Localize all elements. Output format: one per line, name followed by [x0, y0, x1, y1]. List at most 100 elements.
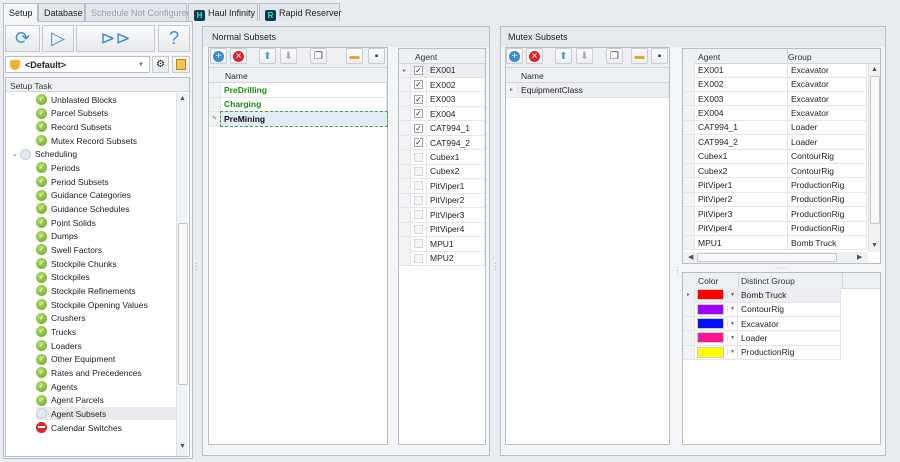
tree-item[interactable]: ✓ Point Solids	[36, 216, 96, 229]
tree-item[interactable]: ✓ Agent Parcels	[36, 394, 104, 407]
tree-item[interactable]: ✓ Periods	[36, 161, 80, 174]
agent-row[interactable]: MPU1	[399, 237, 485, 252]
refresh-button[interactable]: ⟳	[5, 25, 40, 52]
agent-checkbox[interactable]	[414, 253, 423, 263]
chevron-down-icon[interactable]: ▼	[727, 291, 737, 298]
checkbox-cell[interactable]: ✓	[411, 106, 427, 121]
checkbox-cell[interactable]	[411, 251, 427, 265]
add-button[interactable]: +	[506, 48, 523, 64]
chevron-down-icon[interactable]: ▼	[727, 320, 737, 327]
agent-row[interactable]: ✓ EX003	[399, 92, 485, 107]
agent-row[interactable]: Cubex2	[399, 164, 485, 180]
agent-row[interactable]: PitViper1	[399, 179, 485, 194]
tree-item[interactable]: ✓ Stockpiles	[36, 271, 90, 284]
splitter-grip[interactable]: · · ·	[676, 264, 679, 278]
tree-item[interactable]: ✓ Rates and Precedences	[36, 366, 142, 379]
color-swatch[interactable]	[697, 289, 724, 301]
tree-item[interactable]: ✓ Dumps	[36, 230, 78, 243]
agent-row[interactable]: PitViper3	[399, 208, 485, 223]
tree-item[interactable]: ✓ Loaders	[36, 339, 82, 352]
agent-group-row[interactable]: EX004 Excavator	[683, 106, 867, 121]
agent-checkbox[interactable]	[414, 152, 423, 162]
help-button[interactable]: ?	[158, 25, 190, 52]
checkbox-cell[interactable]	[411, 179, 427, 193]
save-button[interactable]: ▪	[651, 48, 668, 64]
checkbox-cell[interactable]	[411, 237, 427, 251]
move-down-button[interactable]: ⬇	[280, 48, 297, 64]
mutex-name[interactable]: EquipmentClass	[518, 83, 669, 97]
distinct-group-row[interactable]: ▼ ProductionRig	[683, 345, 841, 361]
chevron-down-icon[interactable]: ▼	[727, 349, 737, 356]
save-button[interactable]: ▪	[368, 48, 385, 64]
tab-database[interactable]: Database	[38, 3, 85, 21]
color-picker[interactable]: ▼	[695, 302, 738, 316]
scroll-up-icon[interactable]: ▲	[179, 95, 186, 102]
agent-group-row[interactable]: EX002 Excavator	[683, 77, 867, 92]
tree-item[interactable]: ✓ Unblasted Blocks	[36, 93, 117, 106]
color-swatch[interactable]	[697, 332, 724, 344]
checkbox-cell[interactable]: ✓	[411, 121, 427, 135]
tree-item[interactable]: ✓ Guidance Categories	[36, 189, 131, 202]
tab-haul-infinity[interactable]: H Haul Infinity	[188, 3, 258, 21]
agent-group-row[interactable]: CAT994_1 Loader	[683, 120, 867, 136]
agent-checkbox[interactable]: ✓	[414, 109, 423, 119]
tree-item[interactable]: ✓ Record Subsets	[36, 120, 111, 133]
tree-item[interactable]: ✓ Guidance Schedules	[36, 202, 129, 215]
color-swatch[interactable]	[697, 346, 724, 358]
agent-group-hscrollbar[interactable]: ◀ ▶	[683, 252, 868, 263]
scrollbar-thumb[interactable]	[178, 223, 188, 385]
name-column-header[interactable]: Name	[209, 67, 387, 83]
chevron-down-icon[interactable]: ⌄	[12, 150, 18, 158]
subset-name[interactable]: PreMining	[220, 111, 388, 127]
delete-button[interactable]: ×	[526, 48, 543, 64]
profile-dropdown[interactable]: <Default> ▼	[5, 56, 150, 73]
open-button[interactable]: ▬	[631, 48, 648, 64]
tree-item[interactable]: Agent Subsets	[36, 407, 176, 421]
agent-checkbox[interactable]: ✓	[414, 80, 423, 90]
agent-group-row[interactable]: CAT994_2 Loader	[683, 135, 867, 150]
tab-setup[interactable]: Setup	[3, 3, 38, 22]
move-up-button[interactable]: ⬆	[259, 48, 276, 64]
tree-scrollbar[interactable]: ▲ ▼	[176, 93, 188, 456]
move-down-button[interactable]: ⬇	[576, 48, 593, 64]
agent-checkbox[interactable]	[414, 195, 423, 205]
agent-group-row[interactable]: PitViper1 ProductionRig	[683, 178, 867, 193]
tree-item[interactable]: ✓ Stockpile Chunks	[36, 257, 117, 270]
agent-row[interactable]: PitViper4	[399, 222, 485, 238]
tree-item[interactable]: ✓ Swell Factors	[36, 243, 102, 256]
agent-group-row[interactable]: PitViper3 ProductionRig	[683, 207, 867, 222]
agent-row[interactable]: MPU2	[399, 251, 485, 266]
agent-row[interactable]: Cubex1	[399, 150, 485, 165]
tree-item[interactable]: ✓ Mutex Record Subsets	[36, 134, 137, 147]
tree-item[interactable]: ✓ Parcel Subsets	[36, 107, 108, 120]
add-button[interactable]: +	[210, 48, 227, 64]
agent-row[interactable]: ✓ EX004	[399, 106, 485, 122]
distinct-group-column-header[interactable]: Distinct Group	[741, 276, 795, 286]
agent-group-row[interactable]: EX003 Excavator	[683, 91, 867, 107]
notes-button[interactable]	[172, 56, 190, 73]
tree-item[interactable]: Calendar Switches	[36, 421, 122, 434]
scrollbar-thumb[interactable]	[697, 253, 837, 262]
scroll-right-icon[interactable]: ▶	[857, 253, 862, 261]
agent-checkbox[interactable]	[414, 239, 423, 249]
tree-item[interactable]: ✓ Trucks	[36, 325, 76, 338]
agent-checkbox[interactable]: ✓	[414, 94, 423, 104]
color-swatch[interactable]	[697, 318, 724, 330]
agent-column-header[interactable]: Agent	[399, 49, 485, 64]
subset-row[interactable]: ✎ PreMining	[209, 111, 388, 127]
color-swatch[interactable]	[697, 303, 724, 315]
color-column-header[interactable]: Color	[698, 276, 718, 286]
checkbox-cell[interactable]: ✓	[411, 92, 427, 106]
checkbox-cell[interactable]: ✓	[411, 63, 427, 77]
agent-column-header[interactable]: Agent	[698, 52, 720, 62]
delete-button[interactable]: ×	[230, 48, 247, 64]
run-button[interactable]: ▷	[42, 25, 74, 52]
scroll-left-icon[interactable]: ◀	[688, 253, 693, 261]
checkbox-cell[interactable]: ✓	[411, 135, 427, 150]
checkbox-cell[interactable]	[411, 150, 427, 164]
agent-row[interactable]: ✓ CAT994_2	[399, 135, 485, 151]
distinct-group-row[interactable]: ▼ ContourRig	[683, 302, 841, 317]
agent-checkbox[interactable]: ✓	[414, 65, 423, 75]
scroll-down-icon[interactable]: ▼	[179, 443, 186, 450]
tree-item[interactable]: ✓ Stockpile Refinements	[36, 284, 136, 297]
